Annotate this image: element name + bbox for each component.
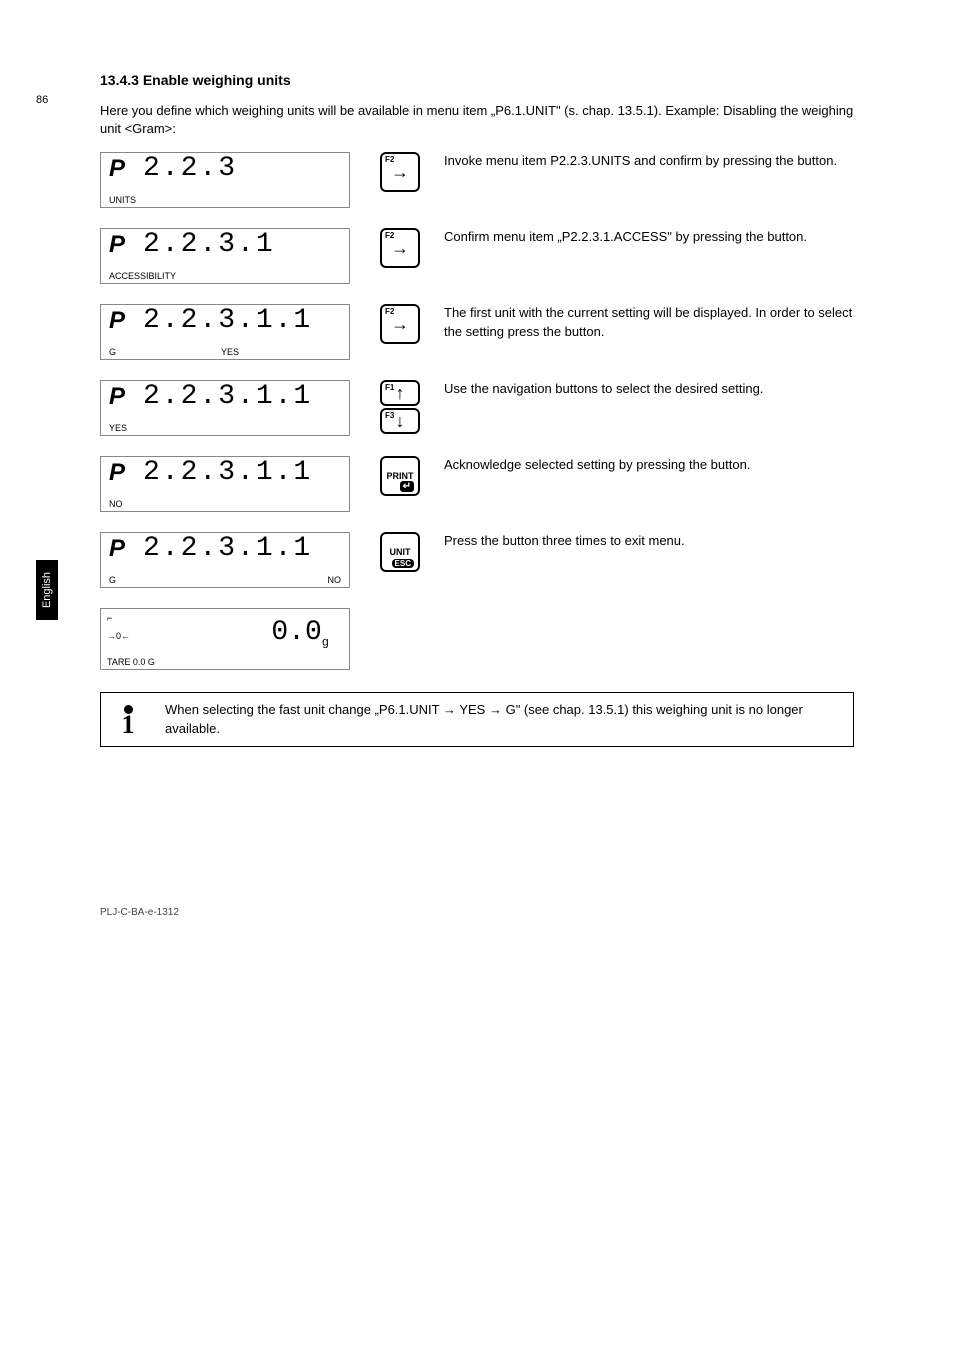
lcd-p: P [109, 535, 125, 563]
lcd-main: 2.2.3.1.1 [143, 459, 312, 487]
lcd-sub-bl: ACCESSIBILITY [109, 271, 176, 281]
lcd-sub-bl: YES [109, 423, 127, 433]
arrow-up-icon: ↑ [396, 384, 405, 402]
zero-indicator: →0← [107, 631, 130, 641]
unit-label: UNIT [390, 547, 411, 557]
section-heading: 13.4.3 Enable weighing units [100, 72, 854, 88]
page-footer: PLJ-C-BA-e-1312 [100, 907, 854, 918]
lcd-main: 2.2.3.1.1 [143, 307, 312, 335]
unit-esc-button[interactable]: UNIT ESC [380, 532, 420, 572]
f1-label: F1 [385, 383, 394, 392]
f2-label: F2 [385, 307, 394, 316]
step-row: P 2.2.3.1.1 G YES F2 → The first unit wi… [100, 304, 854, 360]
lcd-p: P [109, 155, 125, 183]
step-row: P 2.2.3.1.1 G NO UNIT ESC Press the butt… [100, 532, 854, 588]
f1-up-button[interactable]: F1 ↑ [380, 380, 420, 406]
button-group: PRINT ↵ [380, 456, 420, 496]
lcd-sub-br: NO [328, 575, 342, 585]
button-group: UNIT ESC [380, 532, 420, 572]
f2-right-button[interactable]: F2 → [380, 152, 420, 192]
step-row: P 2.2.3.1.1 YES F1 ↑ F3 ↓ Use the naviga… [100, 380, 854, 436]
tare-label: TARE 0.0 G [107, 657, 155, 667]
lcd-p: P [109, 459, 125, 487]
step-desc: The first unit with the current setting … [420, 304, 854, 340]
lcd-sub-bl: G [109, 575, 116, 585]
language-tab-label: English [41, 572, 53, 608]
lcd-main: 2.2.3.1.1 [143, 383, 312, 411]
lcd-main: 2.2.3.1 [143, 231, 275, 259]
lcd-display: P 2.2.3.1.1 G NO [100, 532, 350, 588]
f3-down-button[interactable]: F3 ↓ [380, 408, 420, 434]
button-group: F2 → [380, 304, 420, 344]
step-desc: Invoke menu item P2.2.3.UNITS and confir… [420, 152, 854, 170]
arrow-right-icon: → [391, 239, 409, 257]
f2-right-button[interactable]: F2 → [380, 228, 420, 268]
button-group: F2 → [380, 152, 420, 192]
lcd-p: P [109, 307, 125, 335]
weight-number: 0.0 [271, 617, 321, 648]
lcd-main: 2.2.3 [143, 155, 237, 183]
intro-text: Here you define which weighing units wil… [100, 102, 854, 138]
lcd-main: 2.2.3.1.1 [143, 535, 312, 563]
arrow-down-icon: ↓ [396, 412, 405, 430]
lcd-sub-bl: NO [109, 499, 123, 509]
esc-icon: ESC [392, 559, 414, 568]
lcd-display: P 2.2.3.1.1 NO [100, 456, 350, 512]
step-desc: Use the navigation buttons to select the… [420, 380, 854, 398]
lcd-display: P 2.2.3 UNITS [100, 152, 350, 208]
lcd-display: P 2.2.3.1.1 YES [100, 380, 350, 436]
step-row: P 2.2.3 UNITS F2 → Invoke menu item P2.2… [100, 152, 854, 208]
stable-indicator: ⌐ [107, 613, 112, 623]
lcd-p: P [109, 383, 125, 411]
f3-label: F3 [385, 411, 394, 420]
language-tab: English [36, 560, 58, 620]
lcd-sub-bl: G [109, 347, 116, 357]
step-row: P 2.2.3.1.1 NO PRINT ↵ Acknowledge selec… [100, 456, 854, 512]
lcd-sub-bl: UNITS [109, 195, 136, 205]
f2-label: F2 [385, 155, 394, 164]
page-number: 86 [36, 94, 48, 106]
info-icon: 1 [101, 693, 155, 745]
lcd-sub-bc: YES [221, 347, 239, 357]
button-group: F2 → [380, 228, 420, 268]
weight-unit: g [322, 636, 329, 650]
step-desc: Acknowledge selected setting by pressing… [420, 456, 854, 474]
step-desc: Press the button three times to exit men… [420, 532, 854, 550]
lcd-display: P 2.2.3.1.1 G YES [100, 304, 350, 360]
print-label: PRINT [387, 471, 414, 481]
button-group: F1 ↑ F3 ↓ [380, 380, 420, 434]
weight-value: 0.0g [271, 617, 329, 650]
enter-icon: ↵ [400, 481, 414, 492]
step-desc: Confirm menu item „P2.2.3.1.ACCESS" by p… [420, 228, 854, 246]
step-row: ⌐ →0← TARE 0.0 G 0.0g [100, 608, 854, 670]
f2-right-button[interactable]: F2 → [380, 304, 420, 344]
lcd-p: P [109, 231, 125, 259]
lcd-weight-display: ⌐ →0← TARE 0.0 G 0.0g [100, 608, 350, 670]
page-container: 86 English 13.4.3 Enable weighing units … [0, 0, 954, 958]
f2-label: F2 [385, 231, 394, 240]
info-note-text: When selecting the fast unit change „P6.… [155, 693, 853, 745]
arrow-right-icon: → [391, 315, 409, 333]
lcd-display: P 2.2.3.1 ACCESSIBILITY [100, 228, 350, 284]
print-enter-button[interactable]: PRINT ↵ [380, 456, 420, 496]
step-row: P 2.2.3.1 ACCESSIBILITY F2 → Confirm men… [100, 228, 854, 284]
info-note-box: 1 When selecting the fast unit change „P… [100, 692, 854, 746]
arrow-right-icon: → [391, 163, 409, 181]
